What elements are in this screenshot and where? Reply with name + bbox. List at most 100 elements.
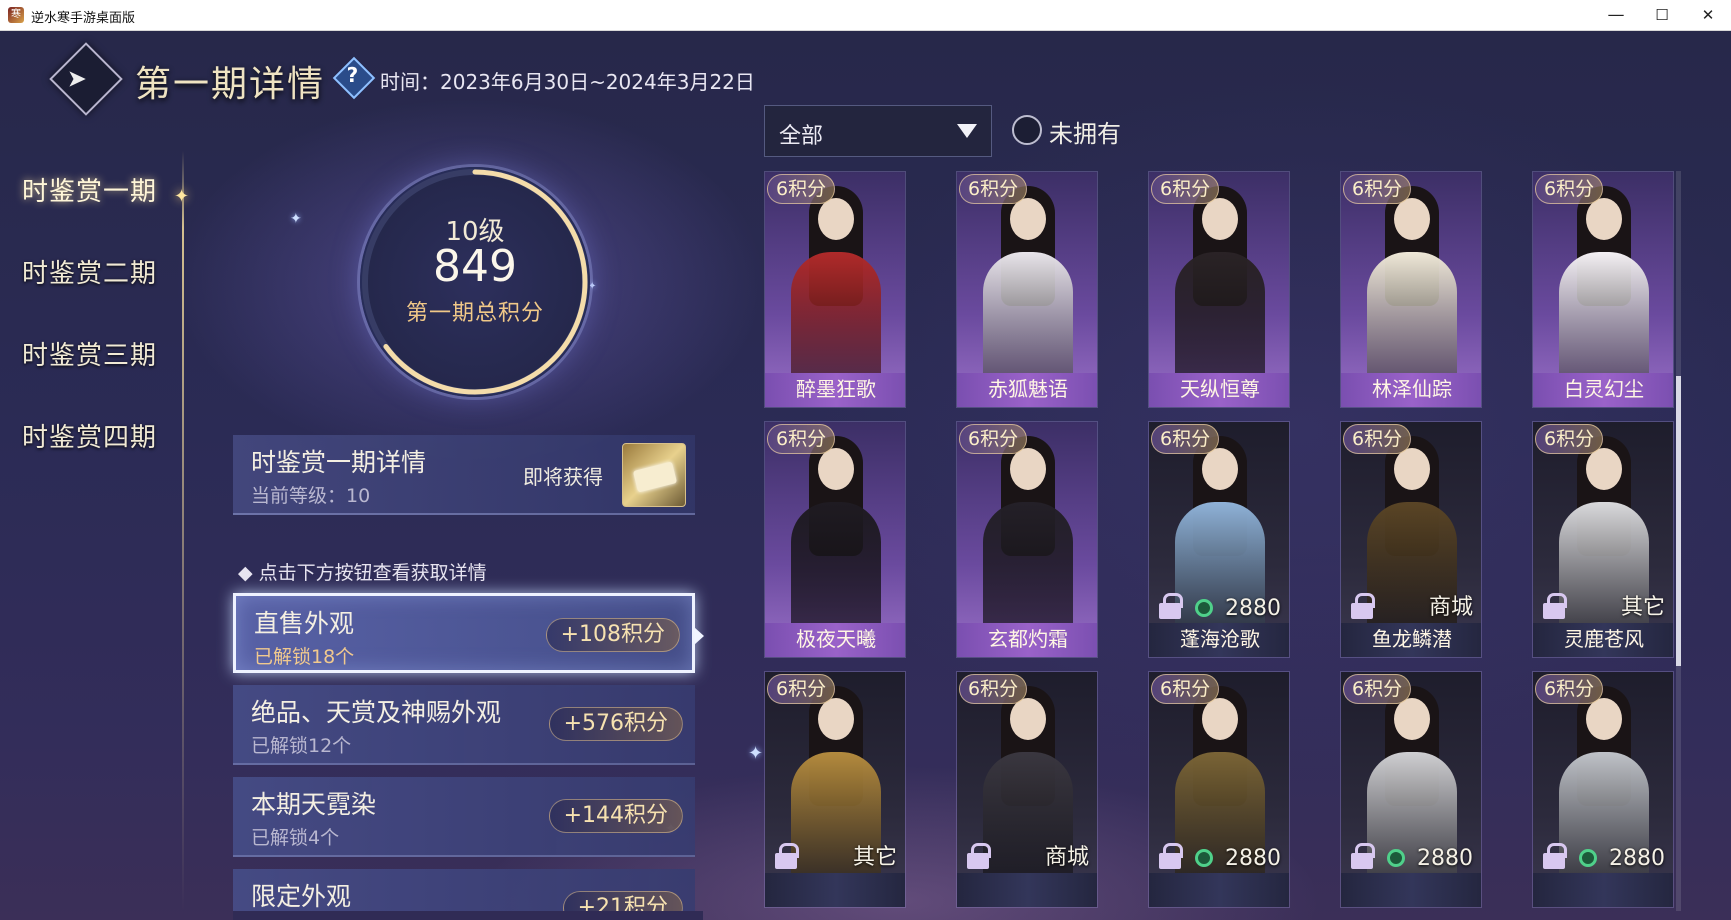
points-badge: 6积分 — [767, 174, 836, 204]
outfit-source: 商城 — [1428, 595, 1473, 620]
back-arrow-icon: ➤ — [66, 64, 87, 93]
jade-currency-icon — [1579, 849, 1597, 867]
category-button[interactable]: 直售外观 已解锁18个 +108积分 — [233, 593, 695, 673]
outfit-card[interactable]: 6积分 其它 — [764, 671, 906, 908]
points-badge: 6积分 — [767, 674, 836, 704]
filter-value: 全部 — [779, 124, 824, 149]
outfit-price-value: 2880 — [1225, 596, 1281, 621]
back-button[interactable]: ➤ — [49, 42, 123, 116]
outfit-price: 2880 — [1195, 596, 1281, 621]
outfit-card[interactable]: 6积分 2880 — [1148, 671, 1290, 908]
category-button[interactable]: 绝品、天赏及神赐外观已解锁12个 +576积分 — [233, 685, 695, 765]
outfit-name: 蓬海沧歌 — [1149, 623, 1289, 657]
points-badge: 6积分 — [1535, 424, 1604, 454]
period-tab[interactable]: 时鉴赏二期 — [22, 253, 157, 290]
total-points-caption: 第一期总积分 — [405, 301, 544, 326]
unowned-label: 未拥有 — [1049, 120, 1121, 148]
outfit-name: 醉墨狂歌 — [765, 373, 905, 407]
lock-icon — [1159, 843, 1183, 869]
outfit-source: 其它 — [1620, 595, 1665, 620]
points-badge: 6积分 — [1343, 674, 1412, 704]
outfit-card[interactable]: 6积分 白灵幻尘 — [1532, 171, 1674, 408]
close-icon[interactable]: ✕ — [1685, 0, 1731, 31]
outfit-card[interactable]: 6积分 2880 — [1532, 671, 1674, 908]
period-tab[interactable]: 时鉴赏四期 — [22, 417, 157, 454]
list-bottom-mask — [233, 911, 703, 920]
category-unlocked: 已解锁12个 — [251, 735, 352, 757]
jade-currency-icon — [1195, 599, 1213, 617]
question-icon: ? — [346, 63, 359, 88]
outfit-name: 林泽仙踪 — [1341, 373, 1481, 407]
lock-icon — [967, 843, 991, 869]
period-detail-card[interactable]: 时鉴赏一期详情 当前等级：10 即将获得 — [233, 435, 695, 515]
hint-text: ◆ 点击下方按钮查看获取详情 — [238, 562, 487, 584]
outfit-name: 鱼龙鳞潜 — [1341, 623, 1481, 657]
category-unlocked: 已解锁18个 — [254, 646, 355, 668]
help-button[interactable]: ? — [332, 56, 376, 100]
lock-icon — [775, 843, 799, 869]
outfit-card[interactable]: 6积分 赤狐魅语 — [956, 171, 1098, 408]
points-badge: 6积分 — [1151, 674, 1220, 704]
detail-title: 时鉴赏一期详情 — [251, 448, 427, 477]
outfit-name: 极夜天曦 — [765, 623, 905, 657]
outfit-price: 2880 — [1195, 846, 1281, 871]
reward-item-icon[interactable] — [622, 443, 686, 507]
category-points: +108积分 — [545, 618, 680, 652]
outfit-source: 商城 — [1044, 845, 1089, 870]
outfit-card[interactable]: 6积分极夜天曦 — [764, 421, 906, 658]
nav-divider — [182, 151, 184, 911]
points-badge: 6积分 — [959, 674, 1028, 704]
scrollbar-thumb[interactable] — [1676, 376, 1681, 666]
outfit-card[interactable]: 6积分天纵恒尊 — [1148, 171, 1290, 408]
outfit-price-value: 2880 — [1609, 846, 1665, 871]
outfit-name — [957, 873, 1097, 907]
points-badge: 6积分 — [1343, 424, 1412, 454]
outfit-price: 2880 — [1579, 846, 1665, 871]
outfit-card[interactable]: 6积分其它灵鹿苍风 — [1532, 421, 1674, 658]
outfit-name — [1341, 873, 1481, 907]
outfit-price-value: 2880 — [1417, 846, 1473, 871]
outfit-name: 灵鹿苍风 — [1533, 623, 1673, 657]
outfit-card[interactable]: 6积分 林泽仙踪 — [1340, 171, 1482, 408]
total-points: 849 — [433, 241, 517, 292]
points-badge: 6积分 — [959, 174, 1028, 204]
upcoming-reward-label: 即将获得 — [523, 465, 603, 489]
outfit-name — [1533, 873, 1673, 907]
category-button[interactable]: 本期天霓染 已解锁4个 +144积分 — [233, 777, 695, 857]
lock-icon — [1351, 843, 1375, 869]
period-time: 时间：2023年6月30日~2024年3月22日 — [380, 70, 755, 94]
outfit-name: 天纵恒尊 — [1149, 373, 1289, 407]
minimize-icon[interactable]: — — [1593, 0, 1639, 31]
period-tab[interactable]: 时鉴赏三期 — [22, 335, 157, 372]
outfit-card[interactable]: 6积分商城 — [956, 671, 1098, 908]
game-scene: ✦ ✦ ✦ ✦ ➤ 第一期详情 ? 时间：2023年6月30日~2024年3月2… — [0, 31, 1731, 920]
category-points: +576积分 — [548, 707, 683, 741]
outfit-card[interactable]: 6积分商城鱼龙鳞潜 — [1340, 421, 1482, 658]
outfit-name — [1149, 873, 1289, 907]
filter-dropdown[interactable]: 全部 — [764, 105, 992, 157]
outfit-card[interactable]: 6积分 2880 蓬海沧歌 — [1148, 421, 1290, 658]
chevron-down-icon — [957, 124, 977, 138]
maximize-icon[interactable]: ☐ — [1639, 0, 1685, 31]
outfit-card[interactable]: 6积分玄都灼霜 — [956, 421, 1098, 658]
page-title: 第一期详情 — [135, 64, 326, 105]
category-unlocked: 已解锁4个 — [251, 827, 340, 849]
jade-currency-icon — [1387, 849, 1405, 867]
lock-icon — [1159, 593, 1183, 619]
points-badge: 6积分 — [959, 424, 1028, 454]
points-badge: 6积分 — [1535, 174, 1604, 204]
points-badge: 6积分 — [767, 424, 836, 454]
category-title: 本期天霓染 — [251, 790, 377, 819]
lock-icon — [1351, 593, 1375, 619]
outfit-card[interactable]: 6积分 2880 — [1340, 671, 1482, 908]
outfit-name: 玄都灼霜 — [957, 623, 1097, 657]
outfit-card[interactable]: 6积分醉墨狂歌 — [764, 171, 906, 408]
outfit-name — [765, 873, 905, 907]
period-tab[interactable]: 时鉴赏一期 — [22, 171, 157, 208]
points-badge: 6积分 — [1535, 674, 1604, 704]
sparkle-icon: ✦ — [748, 743, 764, 764]
active-marker-icon: ✦ — [174, 186, 190, 207]
category-title: 绝品、天赏及神赐外观 — [251, 698, 502, 727]
category-title: 限定外观 — [251, 882, 352, 911]
points-badge: 6积分 — [1151, 174, 1220, 204]
